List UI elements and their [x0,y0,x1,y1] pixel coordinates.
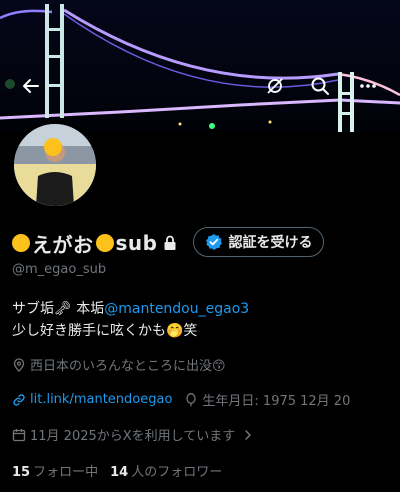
location-pin-icon [12,357,26,372]
follow-stats: 15 フォロー中 14 人のフォロワー [12,461,222,480]
lock-icon [163,235,177,251]
display-name-suffix: sub [115,231,158,255]
bio-mention-link[interactable]: @mantendou_egao3 [104,301,249,317]
link-icon [12,393,26,407]
calendar-icon [12,428,26,442]
following-count: 15 [12,465,31,480]
bridge-night-photo [0,0,400,132]
birthday-text: 生年月日: 1975 12月 20 [202,394,351,409]
get-verified-label: 認証を受ける [228,235,313,251]
profile-handle: @m_egao_sub [12,262,107,277]
back-button[interactable] [14,69,48,103]
website-link[interactable]: lit.link/mantendoegao [30,392,172,407]
bio-line-1: サブ垢🗝 本垢@mantendou_egao3 [12,298,249,320]
smile-emoji [95,234,114,252]
followers-count: 14 [110,465,129,480]
search-icon [311,77,329,95]
verified-badge-icon [205,234,222,250]
display-name-row: えがお sub [12,228,177,258]
chevron-right-icon [243,429,253,441]
eye-off-icon [267,78,283,94]
followers-label: 人のフォロワー [131,465,223,480]
followers-link[interactable]: 14 人のフォロワー [110,461,222,480]
bio-line-1-text: サブ垢🗝 本垢 [12,301,105,317]
more-icon [360,84,376,88]
joined-text: 11月 2025からXを利用しています [30,429,236,444]
profile-location: 西日本のいろんなところに出没😙 [12,355,226,374]
balloon-icon [184,392,198,407]
smile-emoji [12,234,30,252]
profile-website-row: lit.link/mantendoegao 生年月日: 1975 12月 20 [12,390,350,409]
avatar-photo [14,124,96,206]
bio-line-2: 少し好き勝手に呟くかも🤭笑 [12,323,198,339]
location-text: 西日本のいろんなところに出没😙 [30,359,226,374]
profile-banner[interactable] [0,0,400,132]
profile-joined[interactable]: 11月 2025からXを利用しています [12,425,257,444]
following-link[interactable]: 15 フォロー中 [12,461,98,480]
search-button[interactable] [303,69,337,103]
more-button[interactable] [351,69,385,103]
get-verified-button[interactable]: 認証を受ける [193,227,324,257]
following-label: フォロー中 [33,465,99,480]
hide-button[interactable] [258,69,292,103]
display-name-text: えがお [32,232,94,257]
back-arrow-icon [23,79,39,93]
profile-bio: サブ垢🗝 本垢@mantendou_egao3 少し好き勝手に呟くかも🤭笑 [12,298,249,342]
avatar[interactable] [10,120,100,210]
